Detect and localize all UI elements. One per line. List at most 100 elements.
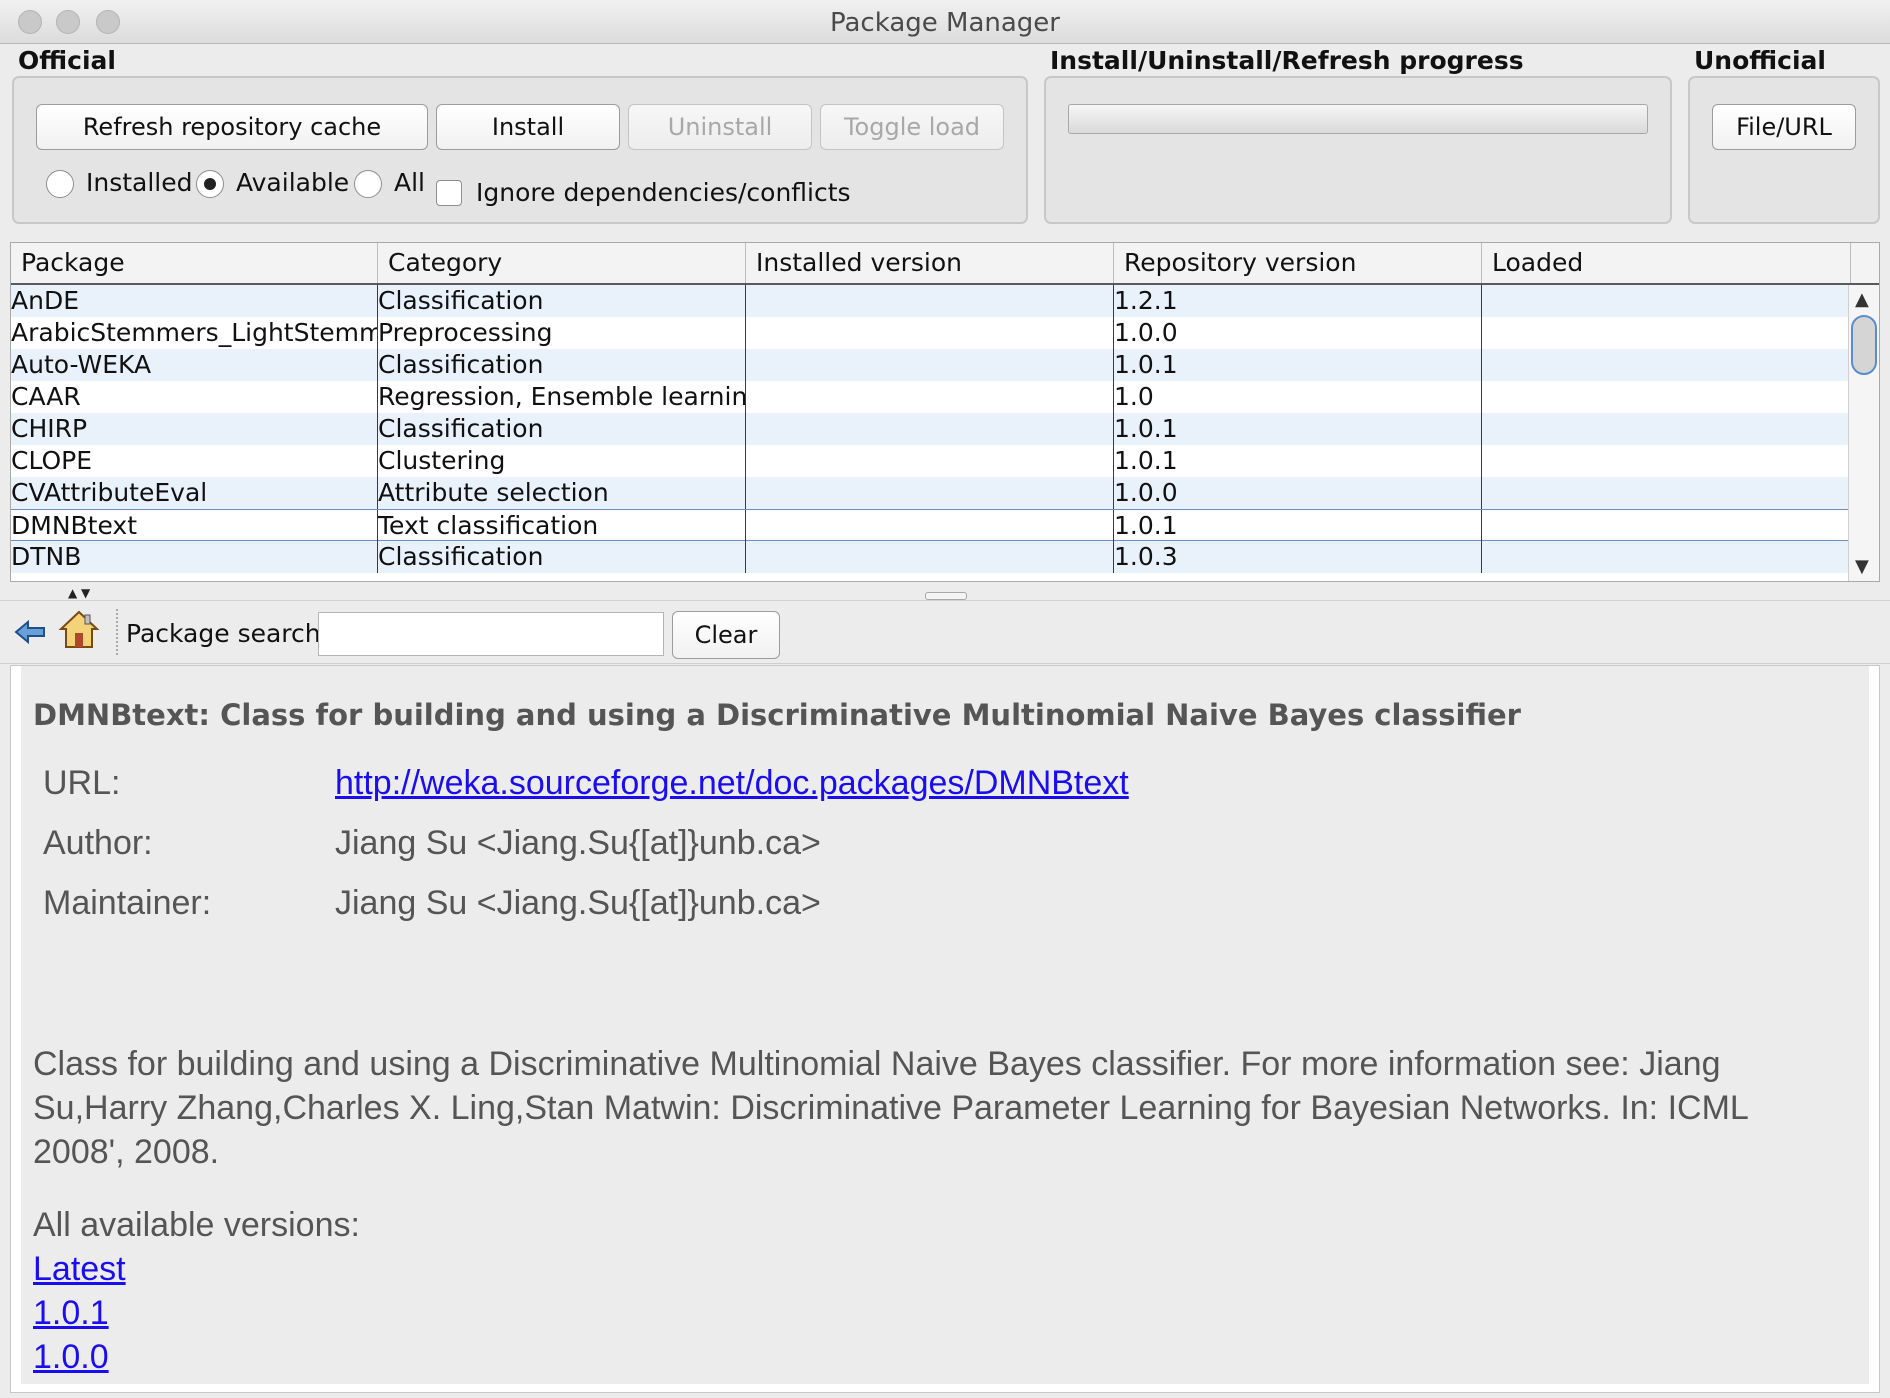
table-vertical-scrollbar[interactable]: ▲ ▼ <box>1848 285 1879 581</box>
version-link-1-0-1[interactable]: 1.0.1 <box>33 1294 109 1333</box>
window-title: Package Manager <box>829 8 1060 38</box>
cell-package: DMNBtext <box>11 510 378 542</box>
cell-installed-version <box>746 381 1114 413</box>
unofficial-label: Unofficial <box>1694 46 1826 75</box>
cell-installed-version <box>746 541 1114 573</box>
table-row[interactable]: CVAttributeEval Attribute selection 1.0.0 <box>11 477 1851 509</box>
column-header-loaded[interactable]: Loaded <box>1482 243 1851 283</box>
browser-toolbar: Package search <box>0 600 1890 664</box>
cell-category: Preprocessing <box>378 317 746 349</box>
table-row[interactable]: DTNB Classification 1.0.3 <box>11 541 1851 573</box>
cell-loaded <box>1482 381 1851 413</box>
cell-installed-version <box>746 477 1114 509</box>
back-arrow-icon[interactable] <box>14 619 46 645</box>
table-row[interactable]: AnDE Classification 1.2.1 <box>11 285 1851 317</box>
cell-category: Regression, Ensemble learning <box>378 381 746 413</box>
maintainer-value: Jiang Su <Jiang.Su{[at]}unb.ca> <box>335 884 821 922</box>
clear-search-button[interactable]: Clear <box>672 611 780 659</box>
cell-category: Classification <box>378 541 746 573</box>
cell-installed-version <box>746 317 1114 349</box>
split-collapse-arrows-icon[interactable]: ▲ ▼ <box>68 586 90 600</box>
cell-package: Auto-WEKA <box>11 349 378 381</box>
all-radio-label: All <box>394 168 425 197</box>
progress-label: Install/Uninstall/Refresh progress <box>1050 46 1524 75</box>
scrollbar-thumb[interactable] <box>1851 315 1877 375</box>
cell-loaded <box>1482 285 1851 317</box>
cell-category: Classification <box>378 349 746 381</box>
column-header-installed-version[interactable]: Installed version <box>746 243 1114 283</box>
cell-package: CHIRP <box>11 413 378 445</box>
available-radio[interactable] <box>196 170 224 198</box>
table-row[interactable]: CAAR Regression, Ensemble learning 1.0 <box>11 381 1851 413</box>
scroll-up-arrow-icon[interactable]: ▲ <box>1855 289 1869 310</box>
radio-selected-dot <box>204 178 216 190</box>
cell-installed-version <box>746 285 1114 317</box>
installed-radio-label: Installed <box>86 168 193 197</box>
cell-package: ArabicStemmers_LightStemm... <box>11 317 378 349</box>
column-header-repository-version[interactable]: Repository version <box>1114 243 1482 283</box>
cell-package: DTNB <box>11 541 378 573</box>
refresh-repository-cache-button[interactable]: Refresh repository cache <box>36 104 428 150</box>
cell-loaded <box>1482 477 1851 509</box>
cell-category: Classification <box>378 285 746 317</box>
table-row[interactable]: CHIRP Classification 1.0.1 <box>11 413 1851 445</box>
cell-loaded <box>1482 413 1851 445</box>
package-url-link[interactable]: http://weka.sourceforge.net/doc.packages… <box>335 764 1129 803</box>
author-value: Jiang Su <Jiang.Su{[at]}unb.ca> <box>335 824 821 862</box>
version-link-1-0-0[interactable]: 1.0.0 <box>33 1338 109 1377</box>
ignore-dependencies-checkbox[interactable] <box>436 180 462 206</box>
package-search-label: Package search <box>126 619 321 648</box>
package-description: Class for building and using a Discrimin… <box>33 1045 1748 1171</box>
split-pane-divider-handle[interactable] <box>925 592 967 600</box>
scroll-down-arrow-icon[interactable]: ▼ <box>1855 556 1869 577</box>
home-icon[interactable] <box>58 609 100 651</box>
file-url-button[interactable]: File/URL <box>1712 104 1856 150</box>
cell-installed-version <box>746 510 1114 542</box>
progress-bar <box>1068 104 1648 134</box>
cell-loaded <box>1482 317 1851 349</box>
cell-repository-version: 1.0.3 <box>1114 541 1482 573</box>
ignore-dependencies-label: Ignore dependencies/conflicts <box>476 178 851 207</box>
cell-repository-version: 1.0.1 <box>1114 445 1482 477</box>
cell-loaded <box>1482 445 1851 477</box>
cell-package: CLOPE <box>11 445 378 477</box>
cell-installed-version <box>746 445 1114 477</box>
all-radio[interactable] <box>354 170 382 198</box>
cell-category: Text classification <box>378 510 746 542</box>
official-label: Official <box>18 46 116 75</box>
table-row[interactable]: Auto-WEKA Classification 1.0.1 <box>11 349 1851 381</box>
cell-repository-version: 1.0.0 <box>1114 317 1482 349</box>
table-row[interactable]: ArabicStemmers_LightStemm... Preprocessin… <box>11 317 1851 349</box>
cell-category: Clustering <box>378 445 746 477</box>
cell-category: Classification <box>378 413 746 445</box>
cell-repository-version: 1.0.1 <box>1114 510 1482 542</box>
cell-repository-version: 1.0.1 <box>1114 413 1482 445</box>
cell-repository-version: 1.0.0 <box>1114 477 1482 509</box>
version-link-latest[interactable]: Latest <box>33 1250 126 1289</box>
package-details-title: DMNBtext: Class for building and using a… <box>33 698 1521 732</box>
package-table: Package Category Installed version Repos… <box>10 242 1880 582</box>
window-titlebar: Package Manager <box>0 0 1890 44</box>
cell-installed-version <box>746 413 1114 445</box>
versions-label: All available versions: <box>33 1206 360 1244</box>
package-search-input[interactable] <box>318 612 664 656</box>
cell-category: Attribute selection <box>378 477 746 509</box>
unofficial-group <box>1688 76 1880 224</box>
install-button[interactable]: Install <box>436 104 620 150</box>
package-details-pane: DMNBtext: Class for building and using a… <box>10 665 1880 1393</box>
uninstall-button[interactable]: Uninstall <box>628 104 812 150</box>
column-header-package[interactable]: Package <box>11 243 378 283</box>
cell-package: CVAttributeEval <box>11 477 378 509</box>
cell-loaded <box>1482 349 1851 381</box>
installed-radio[interactable] <box>46 170 74 198</box>
cell-loaded <box>1482 541 1851 573</box>
table-row[interactable]: DMNBtext Text classification 1.0.1 <box>11 509 1851 542</box>
table-row[interactable]: CLOPE Clustering 1.0.1 <box>11 445 1851 477</box>
table-header: Package Category Installed version Repos… <box>11 243 1879 285</box>
toggle-load-button[interactable]: Toggle load <box>820 104 1004 150</box>
progress-group <box>1044 76 1672 224</box>
column-header-category[interactable]: Category <box>378 243 746 283</box>
available-radio-label: Available <box>236 168 350 197</box>
table-body: AnDE Classification 1.2.1 ArabicStemmers_Li… <box>11 285 1851 573</box>
cell-installed-version <box>746 349 1114 381</box>
